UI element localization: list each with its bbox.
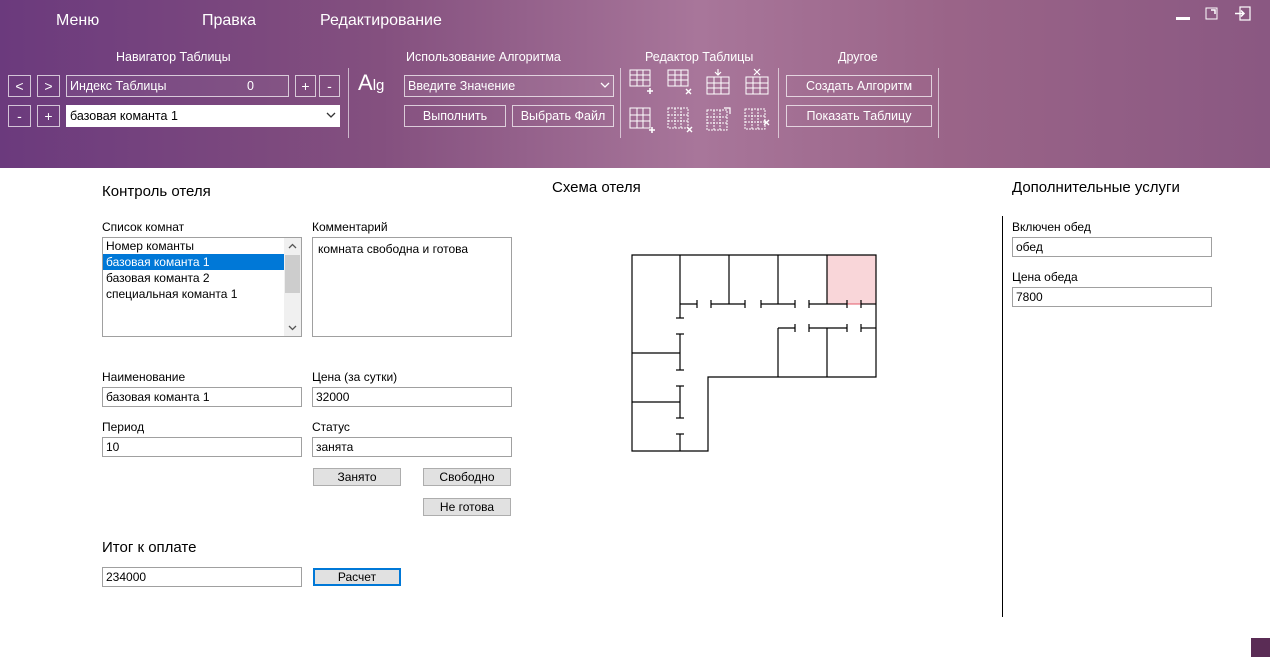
hotel-floor-plan[interactable] [625, 250, 885, 456]
table-select-value: базовая команта 1 [70, 109, 178, 123]
period-field[interactable]: 10 [102, 437, 302, 457]
name-field[interactable]: базовая команта 1 [102, 387, 302, 407]
extra-services-title: Дополнительные услуги [1012, 179, 1180, 196]
separator [938, 68, 939, 138]
scroll-down-icon[interactable] [288, 323, 297, 332]
room-list-scrollbar[interactable] [284, 238, 301, 336]
room-list-item[interactable]: специальная команта 1 [103, 286, 284, 302]
menu-item-menu[interactable]: Меню [56, 12, 99, 30]
resize-grip[interactable] [1251, 638, 1270, 657]
status-field[interactable]: занята [312, 437, 512, 457]
prev-table-button[interactable]: < [8, 75, 31, 97]
menu-item-editing[interactable]: Редактирование [320, 12, 442, 30]
highlighted-room[interactable] [826, 254, 877, 305]
table-editor-group-title: Редактор Таблицы [645, 50, 754, 64]
minimize-icon[interactable] [1174, 6, 1192, 22]
room-list-item[interactable]: Номер команты [103, 238, 284, 254]
scroll-up-icon[interactable] [288, 242, 297, 251]
chevron-down-icon [600, 82, 610, 88]
occupied-button[interactable]: Занято [313, 468, 401, 486]
separator [348, 68, 349, 138]
lunch-field[interactable]: обед [1012, 237, 1212, 257]
name-label: Наименование [102, 370, 186, 384]
index-plus-button[interactable]: + [295, 75, 316, 97]
algorithm-value-select[interactable]: Введите Значение [404, 75, 614, 97]
index-minus-button[interactable]: - [319, 75, 340, 97]
comment-textarea[interactable]: комната свободна и готова [312, 237, 512, 337]
scheme-title: Схема отеля [552, 179, 641, 196]
add-row-icon[interactable] [628, 68, 656, 96]
remove-table-row-icon[interactable] [666, 106, 694, 134]
row-plus-button[interactable]: + [37, 105, 60, 127]
scrollbar-thumb[interactable] [285, 255, 300, 293]
choose-file-button[interactable]: Выбрать Файл [512, 105, 614, 127]
status-label: Статус [312, 420, 350, 434]
delete-column-icon[interactable] [743, 68, 771, 96]
chevron-down-icon [326, 112, 336, 118]
not-ready-button[interactable]: Не готова [423, 498, 511, 516]
total-title: Итог к оплате [102, 539, 197, 556]
table-index-field[interactable]: Индекс Таблицы 0 [66, 75, 289, 97]
clear-table-icon[interactable] [743, 106, 771, 134]
room-list-rows: Номер команты базовая команта 1 базовая ко… [103, 238, 301, 302]
free-button[interactable]: Свободно [423, 468, 511, 486]
separator [778, 68, 779, 138]
total-field[interactable]: 234000 [102, 567, 302, 587]
ribbon: Меню Правка Редактирование Навигатор Таб… [0, 0, 1270, 168]
extra-services-divider [1002, 216, 1003, 617]
comment-label: Комментарий [312, 220, 388, 234]
create-algorithm-button[interactable]: Создать Алгоритм [786, 75, 932, 97]
navigator-group-title: Навигатор Таблицы [116, 50, 231, 64]
hotel-control-title: Контроль отеля [102, 183, 211, 200]
table-select[interactable]: базовая команта 1 [66, 105, 340, 127]
restore-icon[interactable] [1203, 6, 1221, 22]
insert-column-icon[interactable] [704, 68, 732, 96]
lunch-price-label: Цена обеда [1012, 270, 1078, 284]
room-list-item[interactable]: базовая команта 2 [103, 270, 284, 286]
menu-item-edit[interactable]: Правка [202, 12, 256, 30]
room-list-item[interactable]: базовая команта 1 [103, 254, 284, 270]
add-table-row-icon[interactable] [628, 106, 656, 134]
table-index-value: 0 [247, 79, 254, 93]
period-label: Период [102, 420, 145, 434]
delete-row-icon[interactable] [666, 68, 694, 96]
show-table-button[interactable]: Показать Таблицу [786, 105, 932, 127]
algorithm-value-placeholder: Введите Значение [408, 79, 516, 93]
price-field[interactable]: 32000 [312, 387, 512, 407]
run-button[interactable]: Выполнить [404, 105, 506, 127]
room-list[interactable]: Номер команты базовая команта 1 базовая ко… [102, 237, 302, 337]
separator [620, 68, 621, 138]
algorithm-group-title: Использование Алгоритма [406, 50, 561, 64]
table-index-label: Индекс Таблицы [70, 79, 167, 93]
room-list-label: Список комнат [102, 220, 185, 234]
calculate-button[interactable]: Расчет [313, 568, 401, 586]
other-group-title: Другое [838, 50, 878, 64]
lunch-price-field[interactable]: 7800 [1012, 287, 1212, 307]
price-label: Цена (за сутки) [312, 370, 398, 384]
lunch-label: Включен обед [1012, 220, 1091, 234]
exit-icon[interactable] [1234, 6, 1252, 22]
row-minus-button[interactable]: - [8, 105, 31, 127]
next-table-button[interactable]: > [37, 75, 60, 97]
algorithm-logo: Alg [358, 70, 385, 95]
move-column-icon[interactable] [704, 106, 732, 134]
comment-text: комната свободна и готова [318, 242, 469, 256]
